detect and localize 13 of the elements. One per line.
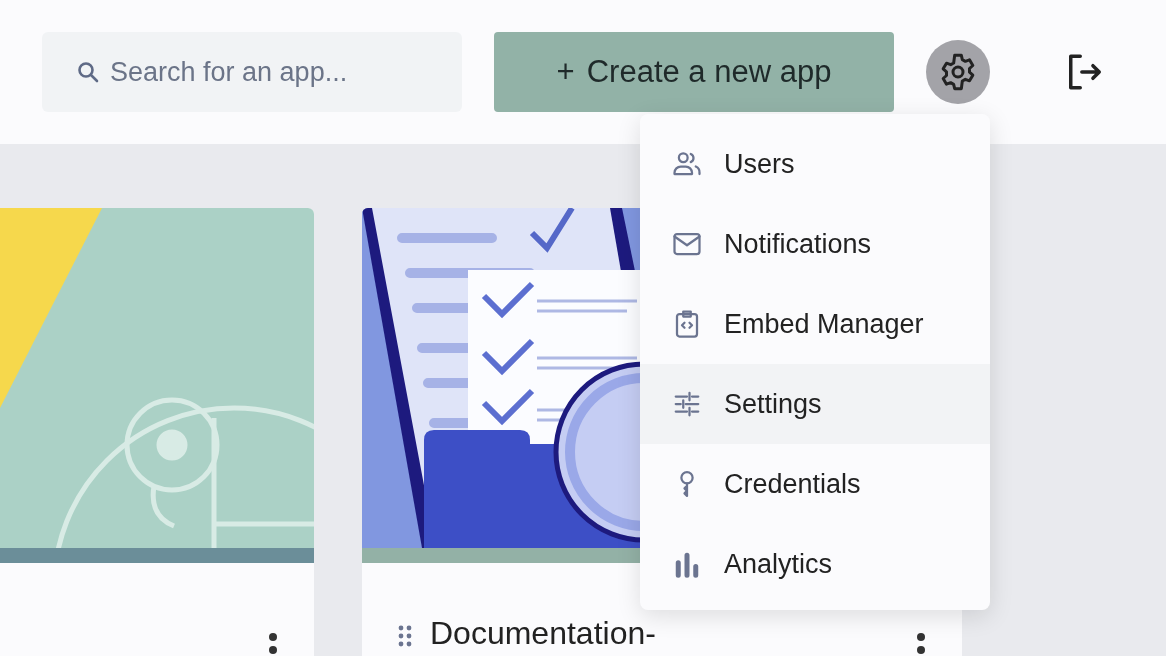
search-field[interactable]: Search for an app...	[42, 32, 462, 112]
menu-item[interactable]: Notifications	[640, 204, 990, 284]
app-title: Documentation-	[430, 614, 657, 653]
menu-item[interactable]: Analytics	[640, 524, 990, 604]
logout-icon	[1066, 53, 1104, 91]
menu-item[interactable]: Embed Manager	[640, 284, 990, 364]
logout-button[interactable]	[1066, 53, 1104, 91]
create-app-button[interactable]: + Create a new app	[494, 32, 894, 112]
drag-handle-icon[interactable]	[398, 625, 412, 647]
menu-item[interactable]: Credentials	[640, 444, 990, 524]
menu-item[interactable]: Settings	[640, 364, 990, 444]
sliders-icon	[672, 389, 702, 419]
menu-item[interactable]: Users	[640, 124, 990, 204]
